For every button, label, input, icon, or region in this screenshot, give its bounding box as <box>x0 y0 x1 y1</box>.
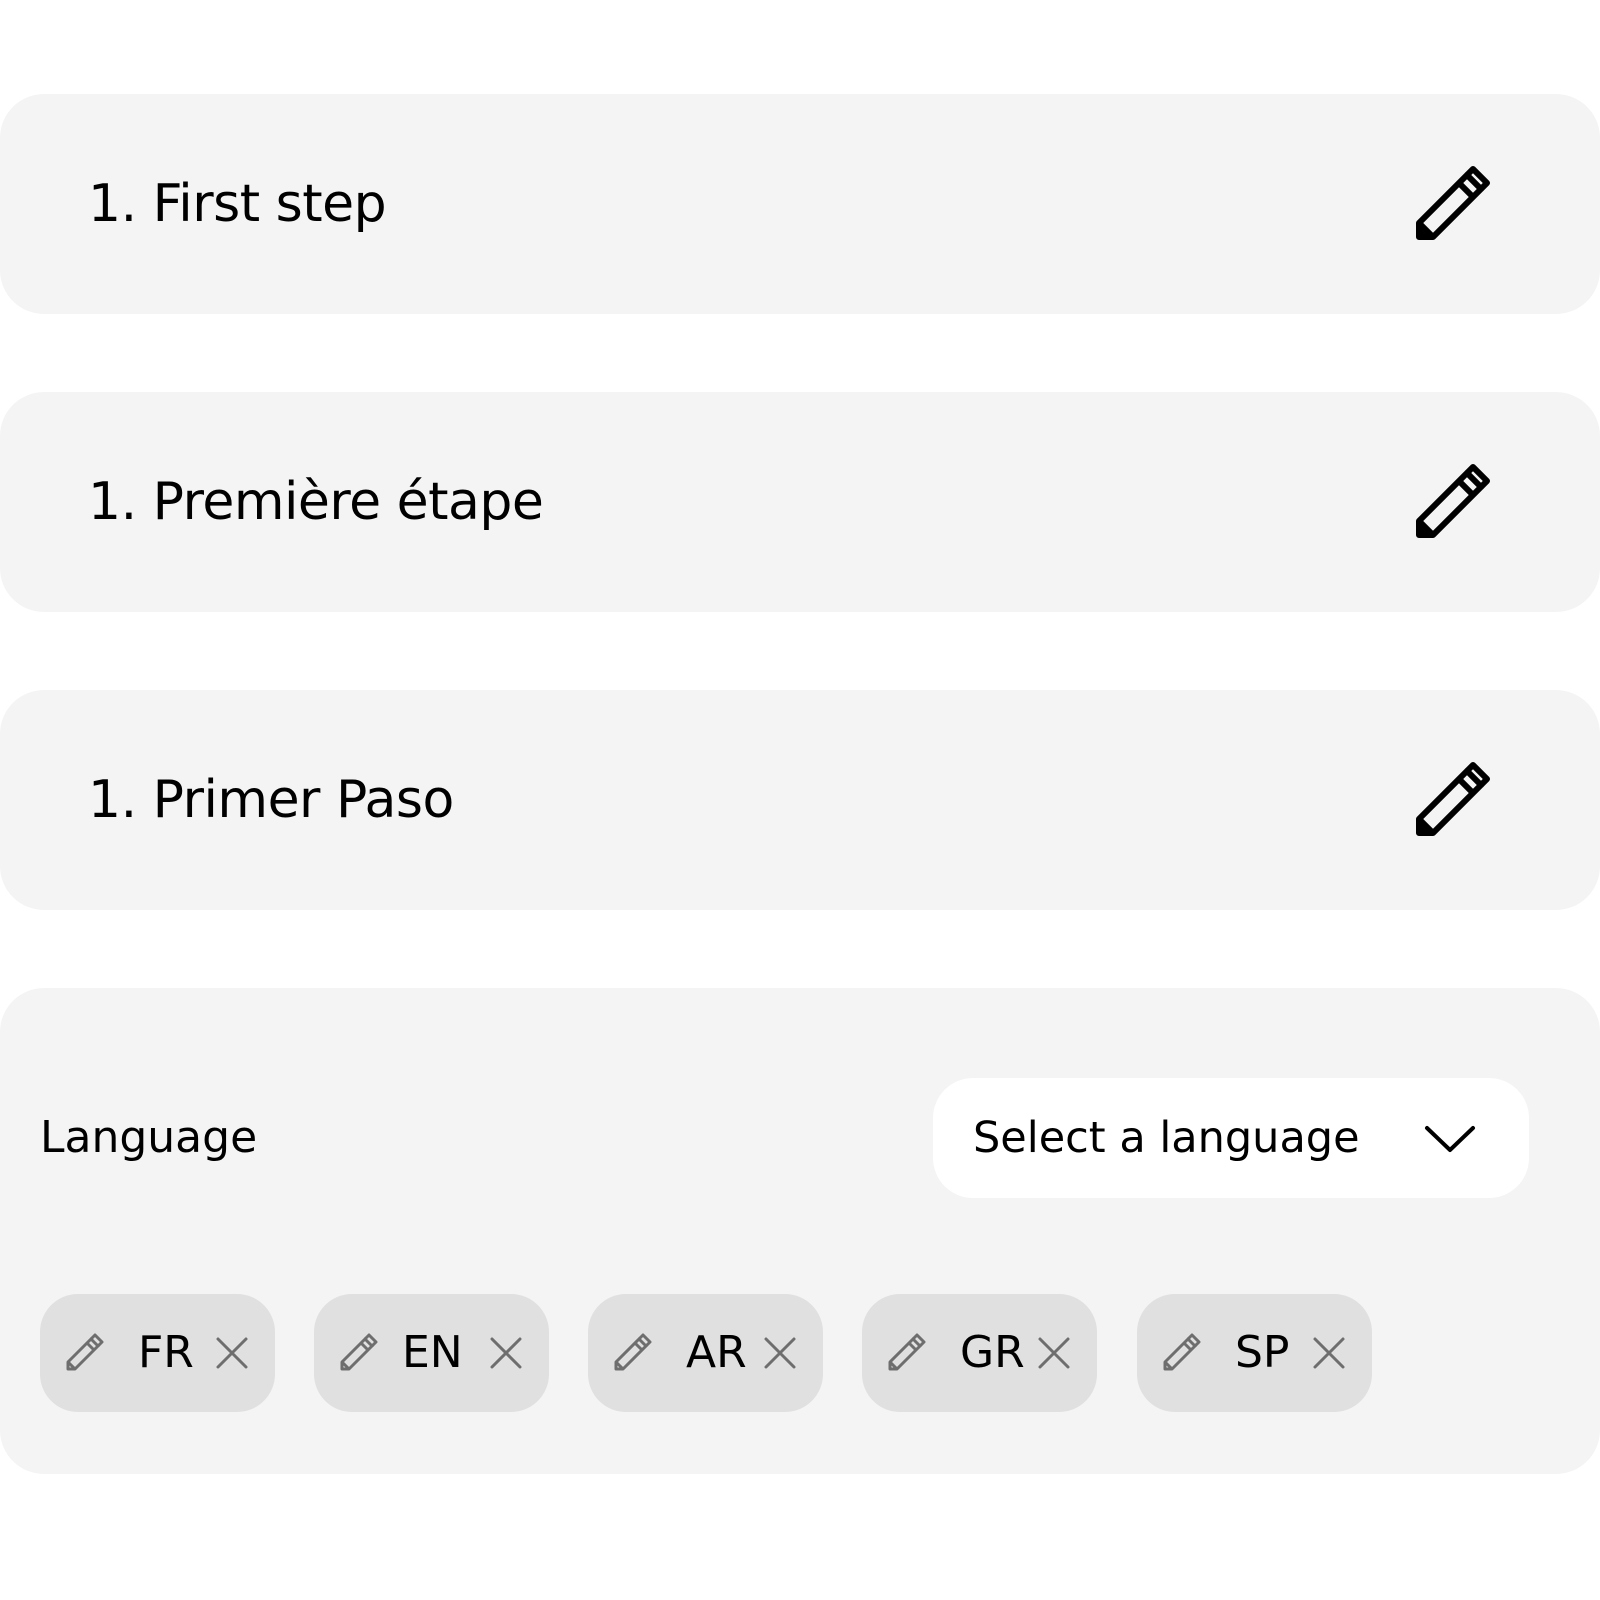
pencil-icon <box>1416 166 1490 240</box>
close-icon[interactable] <box>1036 1335 1072 1371</box>
language-chip-code: AR <box>686 1327 747 1378</box>
edit-step-button[interactable] <box>1406 158 1498 250</box>
language-chip-fr: FR <box>40 1294 275 1412</box>
close-icon[interactable] <box>762 1335 798 1371</box>
edit-step-button[interactable] <box>1406 456 1498 548</box>
pencil-icon <box>1416 464 1490 538</box>
chevron-down-icon <box>1425 1126 1475 1152</box>
pencil-icon[interactable] <box>1161 1333 1201 1373</box>
step-title: 1. First step <box>88 174 387 234</box>
language-panel: Language Select a language FR EN AR GR S… <box>0 988 1600 1474</box>
step-title: 1. Primer Paso <box>88 770 454 830</box>
pencil-icon[interactable] <box>612 1333 652 1373</box>
edit-step-button[interactable] <box>1406 754 1498 846</box>
language-chip-code: FR <box>138 1327 194 1378</box>
language-chip-code: EN <box>402 1327 463 1378</box>
pencil-icon <box>1416 762 1490 836</box>
pencil-icon[interactable] <box>886 1333 926 1373</box>
language-select[interactable]: Select a language <box>933 1078 1529 1198</box>
step-card-2: 1. Première étape <box>0 392 1600 612</box>
language-chip-ar: AR <box>588 1294 823 1412</box>
language-chip-gr: GR <box>862 1294 1097 1412</box>
language-chip-sp: SP <box>1137 1294 1372 1412</box>
language-chip-en: EN <box>314 1294 549 1412</box>
language-chip-code: SP <box>1235 1327 1290 1378</box>
language-label: Language <box>40 1112 258 1163</box>
close-icon[interactable] <box>214 1335 250 1371</box>
step-card-1: 1. First step <box>0 94 1600 314</box>
pencil-icon[interactable] <box>338 1333 378 1373</box>
close-icon[interactable] <box>1311 1335 1347 1371</box>
close-icon[interactable] <box>488 1335 524 1371</box>
language-chip-code: GR <box>960 1327 1025 1378</box>
step-title: 1. Première étape <box>88 472 544 532</box>
step-card-3: 1. Primer Paso <box>0 690 1600 910</box>
language-select-value: Select a language <box>973 1113 1360 1163</box>
pencil-icon[interactable] <box>64 1333 104 1373</box>
